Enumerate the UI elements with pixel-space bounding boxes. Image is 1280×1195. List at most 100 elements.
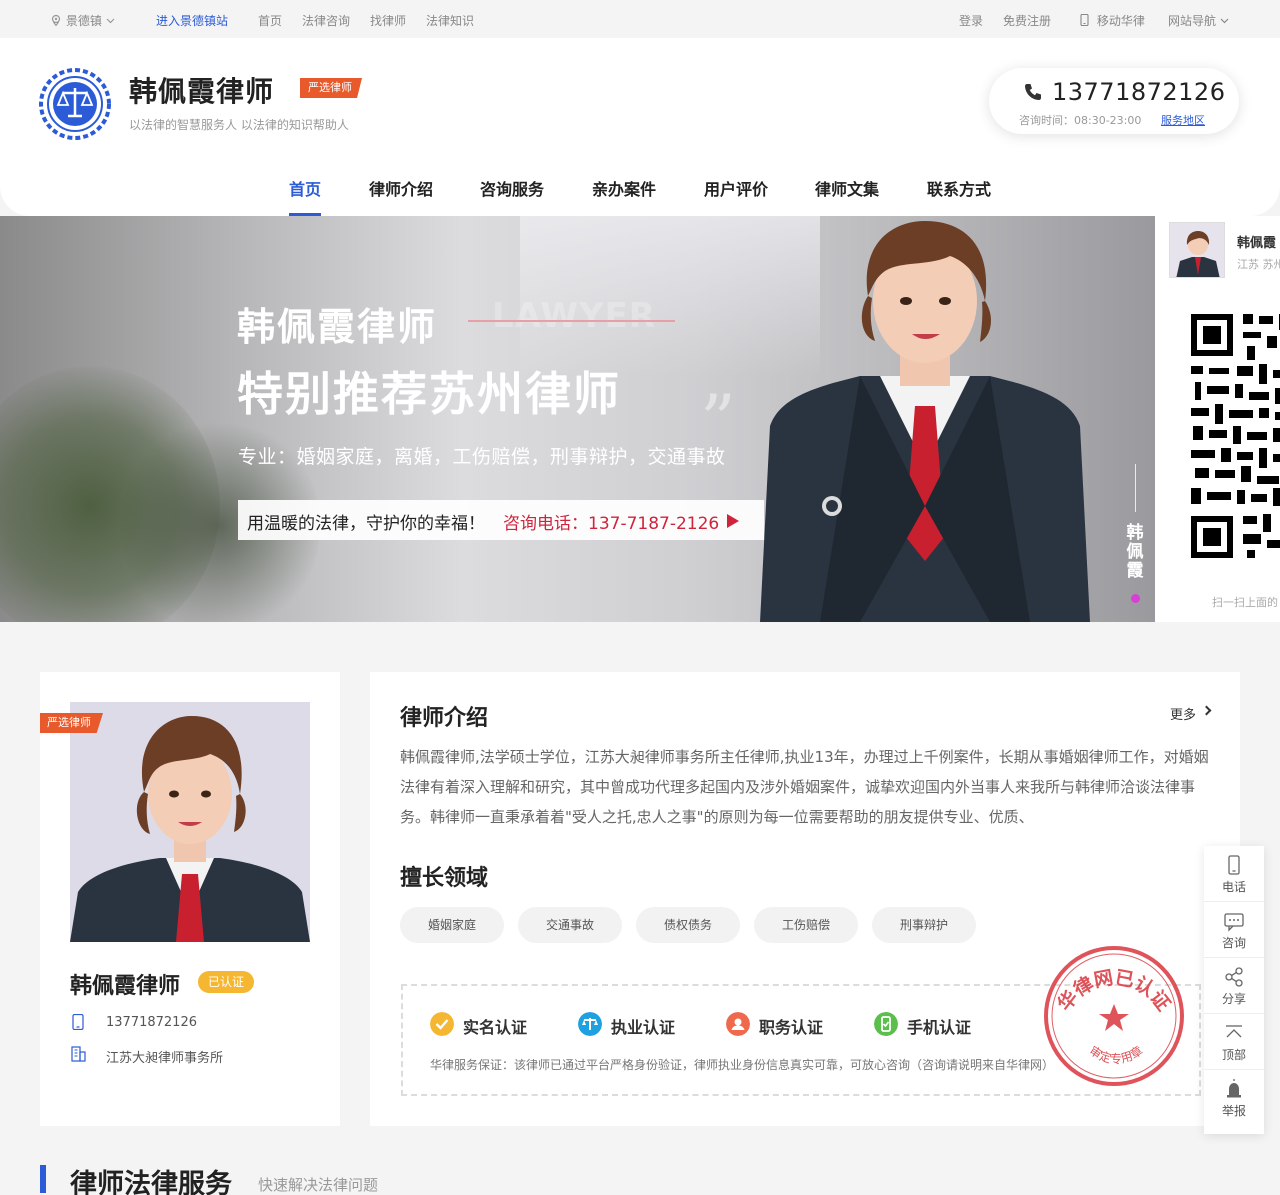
cert-practice-label: 执业认证 [611, 1018, 676, 1037]
float-share-button[interactable]: 分享 [1204, 958, 1264, 1014]
chevron-right-icon [1201, 705, 1212, 716]
location-selector[interactable]: 景德镇 [50, 12, 115, 29]
nav-home[interactable]: 首页 [289, 176, 321, 200]
mobile-phone-icon [1080, 13, 1089, 27]
float-share-label: 分享 [1221, 992, 1246, 1006]
hero-vertical-line [1135, 464, 1136, 512]
qr-lawyer-location: 江苏 苏州 [1237, 258, 1280, 271]
float-phone-button[interactable]: 电话 [1204, 846, 1264, 902]
top-bar: 景德镇 进入景德镇站 首页 法律咨询 找律师 法律知识 登录 免费注册 移动华律… [0, 0, 1280, 38]
cert-real-name-label: 实名认证 [463, 1018, 528, 1037]
hero-subtitle: 特别推荐苏州律师 [237, 367, 621, 421]
hero-banner: 韩佩霞律师 LAWYER 特别推荐苏州律师 ” 专业：婚姻家庭，离婚，工伤赔偿，… [0, 216, 1155, 622]
cert-phone-label: 手机认证 [907, 1018, 972, 1037]
specialty-section-title: 擅长领域 [400, 866, 489, 891]
register-link[interactable]: 免费注册 [1003, 12, 1051, 29]
nav-contact[interactable]: 联系方式 [927, 176, 991, 200]
verified-badge: 已认证 [198, 971, 255, 993]
top-link-consult[interactable]: 法律咨询 [302, 12, 350, 29]
location-label: 景德镇 [65, 14, 102, 28]
lawyer-portrait [760, 221, 1090, 622]
specialty-tag-marriage[interactable]: 婚姻家庭 [400, 907, 504, 943]
person-badge-icon [726, 1012, 750, 1036]
hero-slide-dot[interactable] [1131, 594, 1140, 603]
seal-bottom-text: 审定专用章 [1087, 1043, 1146, 1066]
float-top-button[interactable]: 顶部 [1204, 1014, 1264, 1070]
scales-of-justice-logo-icon[interactable] [39, 68, 111, 140]
nav-consult-service[interactable]: 咨询服务 [480, 176, 544, 200]
nav-cases[interactable]: 亲办案件 [592, 176, 656, 200]
nav-articles[interactable]: 律师文集 [815, 176, 879, 200]
floating-action-bar: 电话 咨询 分享 顶部 举报 [1204, 846, 1264, 1134]
hero-title-line [468, 320, 675, 322]
site-header: 韩佩霞律师 严选律师 以法律的智慧服务人 以法律的知识帮助人 137718721… [0, 38, 1280, 216]
play-arrow-icon [727, 514, 739, 528]
site-nav-dropdown[interactable]: 网站导航 [1168, 12, 1229, 29]
hero-consult-tel[interactable]: 咨询电话：137-7187-2126 [503, 509, 719, 534]
site-nav-label: 网站导航 [1168, 14, 1217, 28]
hero-vertical-name: 韩佩霞 [1126, 523, 1144, 581]
float-consult-label: 咨询 [1221, 936, 1246, 950]
mobile-label: 移动华律 [1096, 14, 1145, 28]
specialty-tag-traffic[interactable]: 交通事故 [518, 907, 622, 943]
service-area-link[interactable]: 服务地区 [1161, 112, 1205, 128]
qr-code[interactable] [1187, 310, 1280, 562]
svg-text:审定专用章: 审定专用章 [1087, 1043, 1146, 1066]
cert-position-label: 职务认证 [759, 1018, 824, 1037]
services-section-title: 律师法律服务 [70, 1169, 232, 1195]
intro-more-link[interactable]: 更多 [1170, 704, 1196, 723]
alarm-bell-icon [1227, 1079, 1241, 1098]
specialty-tag-debt[interactable]: 债权债务 [636, 907, 740, 943]
qr-scan-hint: 扫一扫上面的 [1212, 596, 1278, 609]
float-consult-button[interactable]: 咨询 [1204, 902, 1264, 958]
login-link[interactable]: 登录 [959, 12, 983, 29]
float-report-label: 举报 [1221, 1104, 1246, 1118]
profile-phone[interactable]: 13771872126 [106, 1015, 197, 1030]
mobile-link[interactable]: 移动华律 [1080, 12, 1145, 29]
hero-specialty: 专业：婚姻家庭，离婚，工伤赔偿，刑事辩护，交通事故 [238, 446, 726, 468]
share-icon [1225, 967, 1243, 987]
brand-slogan: 以法律的智慧服务人 以法律的知识帮助人 [129, 118, 349, 132]
hero-title: 韩佩霞律师 [237, 304, 438, 349]
location-pin-icon [51, 14, 61, 27]
featured-lawyer-badge: 严选律师 [300, 78, 362, 98]
certification-guarantee-note: 华律服务保证：该律师已通过平台严格身份验证，律师执业身份信息真实可靠，可放心咨询… [430, 1058, 1055, 1072]
hero-lawyer-watermark: LAWYER [492, 296, 656, 336]
lawyer-intro-card: 律师介绍 更多 韩佩霞律师,法学硕士学位，江苏大昶律师事务所主任律师,执业13年… [370, 672, 1240, 1126]
section-accent-bar [40, 1165, 46, 1193]
intro-section-title: 律师介绍 [400, 706, 489, 731]
nav-user-reviews[interactable]: 用户评价 [704, 176, 768, 200]
profile-lawyer-name: 韩佩霞律师 [70, 974, 181, 999]
phone-badge-icon [874, 1012, 898, 1036]
qr-lawyer-name: 韩佩霞 [1237, 236, 1277, 251]
intro-text: 韩佩霞律师,法学硕士学位，江苏大昶律师事务所主任律师,执业13年，办理过上千例案… [400, 748, 1209, 826]
featured-lawyer-badge: 严选律师 [40, 713, 103, 733]
float-phone-label: 电话 [1221, 880, 1246, 894]
contact-phone-box: 13771872126 咨询时间：08:30-23:00 服务地区 [989, 68, 1239, 134]
enter-site-link[interactable]: 进入景德镇站 [156, 12, 228, 29]
float-top-label: 顶部 [1221, 1048, 1246, 1062]
lawyer-photo [70, 702, 310, 942]
hero-contact-bar[interactable]: 用温暖的法律，守护你的幸福！ 咨询电话：137-7187-2126 [238, 500, 764, 540]
mobile-phone-icon [72, 1014, 84, 1030]
specialty-tag-criminal[interactable]: 刑事辩护 [872, 907, 976, 943]
lawyer-profile-card: 严选律师 韩佩霞律师 已认证 13771872126 江苏大昶律师事务所 [40, 672, 340, 1126]
float-report-button[interactable]: 举报 [1204, 1070, 1264, 1126]
top-link-home[interactable]: 首页 [258, 12, 282, 29]
arrow-up-icon [1226, 1025, 1242, 1038]
nav-lawyer-intro[interactable]: 律师介绍 [369, 176, 433, 200]
scales-badge-icon [578, 1012, 602, 1036]
chevron-down-icon [106, 18, 115, 24]
main-nav: 首页 律师介绍 咨询服务 亲办案件 用户评价 律师文集 联系方式 [0, 176, 1280, 216]
site-brand-name[interactable]: 韩佩霞律师 [129, 70, 274, 110]
consult-hours: 咨询时间：08:30-23:00 [1019, 114, 1142, 127]
top-link-find-lawyer[interactable]: 找律师 [370, 12, 406, 29]
top-link-knowledge[interactable]: 法律知识 [426, 12, 474, 29]
hero-motto: 用温暖的法律，守护你的幸福！ [247, 514, 485, 534]
services-section-subtitle: 快速解决法律问题 [258, 1176, 379, 1194]
mobile-phone-icon [1228, 855, 1240, 875]
specialty-tag-injury[interactable]: 工伤赔偿 [754, 907, 858, 943]
chevron-down-icon [1220, 18, 1229, 24]
building-icon [71, 1046, 86, 1062]
contact-phone-number[interactable]: 13771872126 [1052, 78, 1225, 106]
